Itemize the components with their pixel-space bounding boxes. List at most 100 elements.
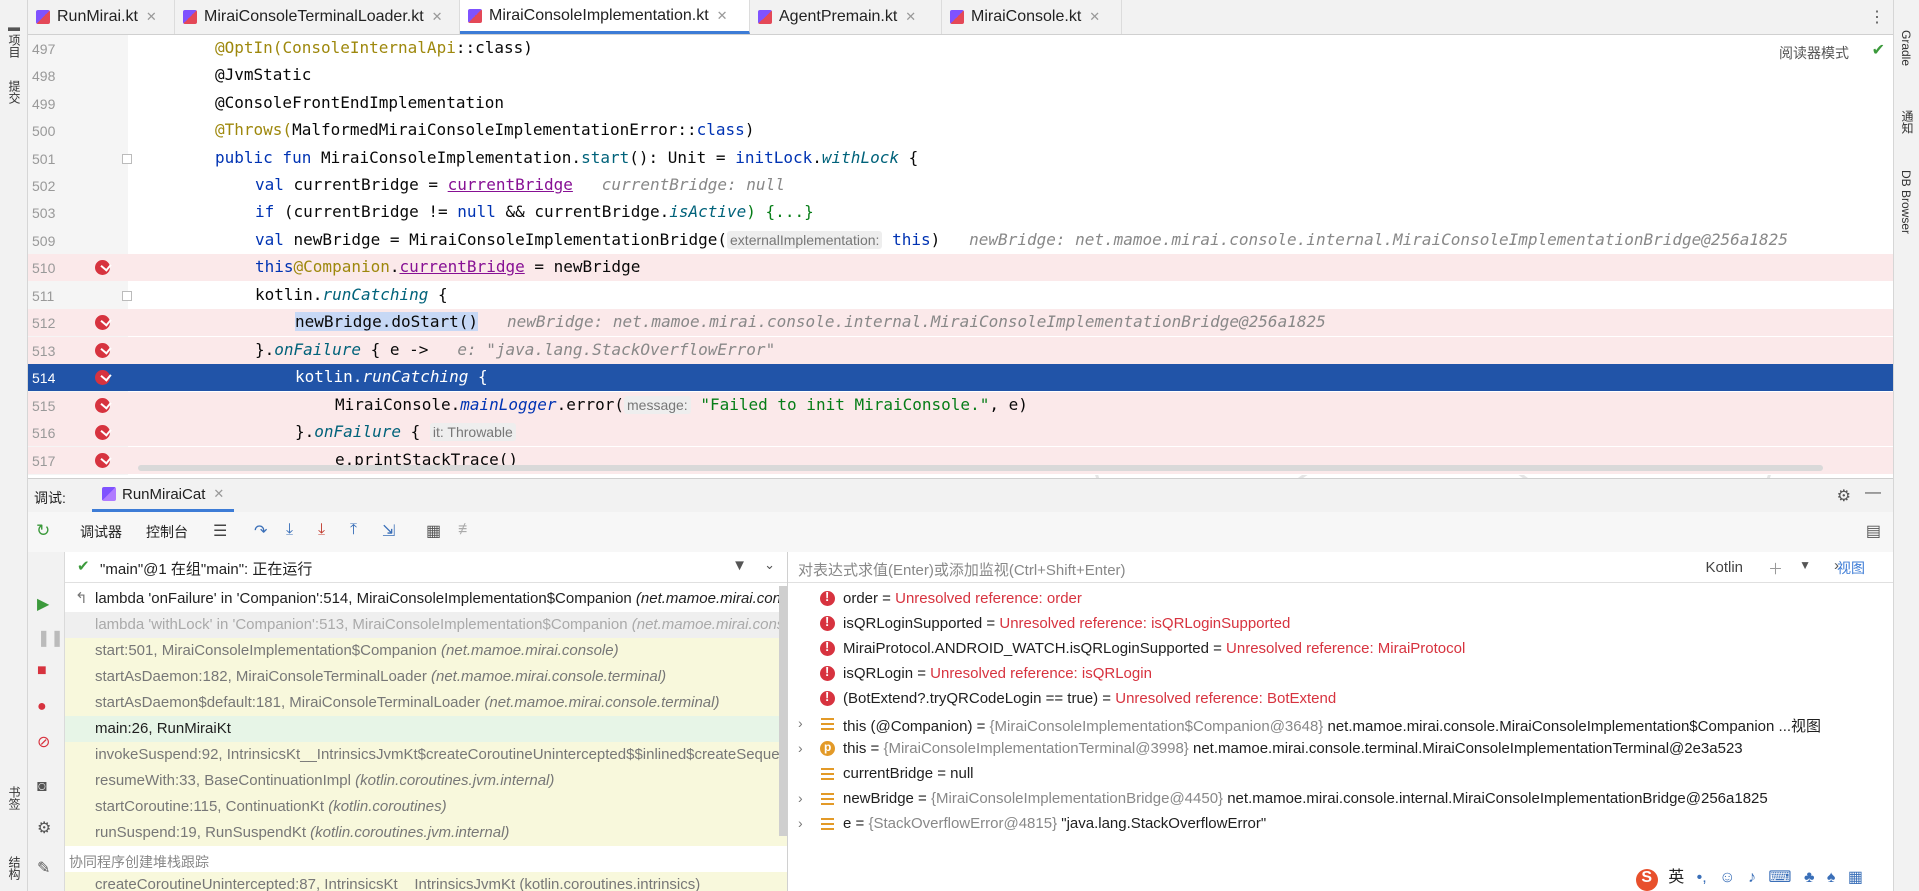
variable-item[interactable]: › this = {MiraiConsoleImplementationTerm… <box>788 737 1893 762</box>
force-step-into-icon[interactable]: ⤓ <box>318 521 325 539</box>
close-icon[interactable]: ✕ <box>146 9 157 25</box>
tab-miraiconsoleterminalloader[interactable]: MiraiConsoleTerminalLoader.kt ✕ <box>175 0 460 34</box>
shirt-icon[interactable]: ♠ <box>1827 869 1836 886</box>
breakpoint-icon[interactable] <box>95 425 110 440</box>
variable-item[interactable]: › newBridge = {MiraiConsoleImplementatio… <box>788 787 1893 812</box>
fold-marker-icon[interactable] <box>122 154 132 164</box>
watch-item[interactable]: isQRLogin = Unresolved reference: isQRLo… <box>788 662 1893 687</box>
punctuation-icon[interactable]: •, <box>1697 869 1707 886</box>
watch-item[interactable]: MiraiProtocol.ANDROID_WATCH.isQRLoginSup… <box>788 637 1893 662</box>
stop-icon[interactable]: ■ <box>37 662 47 680</box>
fold-marker-icon[interactable] <box>122 291 132 301</box>
evaluate-expression-field[interactable]: 对表达式求值(Enter)或添加监视(Ctrl+Shift+Enter) Kot… <box>788 552 1893 583</box>
close-icon[interactable]: ✕ <box>717 8 728 24</box>
camera-icon[interactable]: ◙ <box>37 778 47 796</box>
stack-frame[interactable]: invokeSuspend:92, IntrinsicsKt__Intrinsi… <box>65 742 787 768</box>
layout-icon[interactable]: ▤ <box>1866 521 1881 541</box>
add-watch-icon[interactable]: ＋ <box>1768 558 1783 579</box>
breakpoint-icon[interactable] <box>95 343 110 358</box>
emoji-icon[interactable]: ☺ <box>1719 869 1735 886</box>
stack-frame[interactable]: startAsDaemon$default:181, MiraiConsoleT… <box>65 690 787 716</box>
watch-item[interactable]: isQRLoginSupported = Unresolved referenc… <box>788 612 1893 637</box>
code-line[interactable]: 509 val newBridge = MiraiConsoleImplemen… <box>28 227 1893 254</box>
tab-console[interactable]: 控制台 <box>146 522 188 542</box>
ime-language[interactable]: 英 <box>1668 869 1684 886</box>
close-icon[interactable]: ✕ <box>1089 9 1100 25</box>
tab-miraiconsole[interactable]: MiraiConsole.kt ✕ <box>942 0 1122 34</box>
run-to-cursor-icon[interactable]: ⇲ <box>382 521 395 541</box>
stack-frame[interactable]: runSuspend:19, RunSuspendKt (kotlin.coro… <box>65 820 787 846</box>
tab-runmirai[interactable]: RunMirai.kt ✕ <box>28 0 175 34</box>
evaluate-icon[interactable]: ▦ <box>426 521 441 541</box>
chevron-down-icon[interactable]: ⌄ <box>764 557 775 573</box>
view-breakpoints-icon[interactable]: ● <box>37 698 47 716</box>
tab-debugger[interactable]: 调试器 <box>80 522 122 542</box>
thread-selector[interactable]: ✔ "main"@1 在组"main": 正在运行 ▼ ⌄ <box>65 552 787 583</box>
chevron-down-icon[interactable]: ▼ <box>1799 558 1811 572</box>
menu-icon[interactable]: ☰ <box>213 521 227 541</box>
variable-item[interactable]: › this (@Companion) = {MiraiConsoleImple… <box>788 712 1893 737</box>
step-into-icon[interactable]: ⤓ <box>286 521 293 539</box>
rerun-icon[interactable]: ↻ <box>36 521 50 541</box>
stack-frame[interactable]: start:501, MiraiConsoleImplementation$Co… <box>65 638 787 664</box>
tab-agentpremain[interactable]: AgentPremain.kt ✕ <box>750 0 942 34</box>
horizontal-scrollbar[interactable] <box>138 465 1823 471</box>
language-selector[interactable]: Kotlin <box>1705 559 1743 576</box>
mute-breakpoints-icon[interactable]: ⊘ <box>37 732 50 752</box>
tab-miraiconsoleimplementation[interactable]: MiraiConsoleImplementation.kt ✕ <box>460 0 750 34</box>
code-line[interactable]: 513 }.onFailure { e -> e: "java.lang.Sta… <box>28 337 1893 364</box>
code-line[interactable]: 515 MiraiConsole.mainLogger.error(messag… <box>28 392 1893 419</box>
structure-tool-label[interactable]: 结构 <box>6 856 23 880</box>
pause-icon[interactable]: ❚❚ <box>37 628 64 648</box>
code-line[interactable]: 510 this@Companion.currentBridge = newBr… <box>28 254 1893 281</box>
code-line[interactable]: 497 @OptIn(ConsoleInternalApi::class) <box>28 35 1893 62</box>
view-link[interactable]: 视图 <box>1837 558 1865 578</box>
stack-frame[interactable]: ↰ lambda 'onFailure' in 'Companion':514,… <box>65 586 787 612</box>
microphone-icon[interactable]: ♪ <box>1748 869 1756 886</box>
settings-icon[interactable]: ⚙ <box>37 818 51 838</box>
breakpoint-icon[interactable] <box>95 398 110 413</box>
grid-icon[interactable]: ▦ <box>1848 869 1863 886</box>
code-line[interactable]: 516 }.onFailure { it: Throwable <box>28 419 1893 446</box>
stack-frame[interactable]: startAsDaemon:182, MiraiConsoleTerminalL… <box>65 664 787 690</box>
code-line[interactable]: 501 public fun MiraiConsoleImplementatio… <box>28 145 1893 172</box>
expand-arrow-icon[interactable]: › <box>798 715 803 731</box>
expand-arrow-icon[interactable]: › <box>798 815 803 831</box>
step-over-icon[interactable]: ↷ <box>254 521 267 541</box>
stack-frame[interactable]: createCoroutineUnintercepted:87, Intrins… <box>65 872 787 891</box>
code-line[interactable]: 498 @JvmStatic <box>28 62 1893 89</box>
skin-icon[interactable]: ♣ <box>1804 869 1815 886</box>
breakpoint-icon[interactable] <box>95 315 110 330</box>
frames-scrollbar[interactable] <box>779 586 787 836</box>
close-icon[interactable]: ✕ <box>905 9 916 25</box>
commit-tool-label[interactable]: 提交 <box>6 80 23 104</box>
expand-arrow-icon[interactable]: › <box>798 740 803 756</box>
ime-toolbar[interactable]: S 英 •, ☺ ♪ ⌨ ♣ ♠ ▦ <box>1635 863 1863 891</box>
breakpoint-icon[interactable] <box>95 370 110 385</box>
folder-icon[interactable]: ▬ <box>8 20 20 34</box>
stack-frame[interactable]: resumeWith:33, BaseContinuationImpl (kot… <box>65 768 787 794</box>
variable-item[interactable]: currentBridge = null <box>788 762 1893 787</box>
settings-gear-icon[interactable]: ⚙ <box>1837 486 1851 506</box>
expand-arrow-icon[interactable]: › <box>798 790 803 806</box>
db-browser-tool-label[interactable]: DB Browser <box>1899 170 1913 234</box>
gradle-tool-label[interactable]: Gradle <box>1899 30 1913 66</box>
stack-frame[interactable]: main:26, RunMiraiKt <box>65 716 787 742</box>
notifications-tool-label[interactable]: 通知 <box>1899 110 1916 134</box>
resume-icon[interactable]: ▶ <box>37 594 49 614</box>
pin-icon[interactable]: ✎ <box>37 858 50 878</box>
project-tool-label[interactable]: 项目 <box>6 34 23 58</box>
minimize-icon[interactable]: — <box>1865 484 1881 502</box>
trace-icon[interactable]: ≢ <box>458 521 474 539</box>
stack-frame[interactable]: startCoroutine:115, ContinuationKt (kotl… <box>65 794 787 820</box>
breakpoint-icon[interactable] <box>95 260 110 275</box>
run-config-tab[interactable]: RunMiraiCat ✕ <box>92 479 235 512</box>
step-out-icon[interactable]: ⤒ <box>350 521 357 539</box>
filter-icon[interactable]: ▼ <box>732 557 747 574</box>
execution-line[interactable]: 514 kotlin.runCatching { <box>28 364 1893 391</box>
close-icon[interactable]: ✕ <box>213 486 224 502</box>
code-line[interactable]: 512 newBridge.doStart() newBridge: net.m… <box>28 309 1893 336</box>
code-line[interactable]: 503 if (currentBridge != null && current… <box>28 199 1893 226</box>
more-tabs-icon[interactable]: ⋮ <box>1869 7 1885 27</box>
code-line[interactable]: 499 @ConsoleFrontEndImplementation <box>28 90 1893 117</box>
